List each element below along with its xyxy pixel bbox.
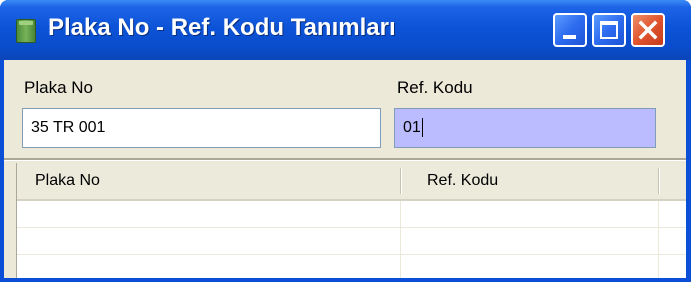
title-bar[interactable]: Plaka No - Ref. Kodu Tanımları [0,0,691,60]
table-cell[interactable] [17,201,401,228]
table-cell[interactable] [401,228,659,255]
ref-kodu-label: Ref. Kodu [397,78,473,97]
grid-header: Plaka No Ref. Kodu [17,163,686,201]
ref-kodu-input[interactable]: 01 [394,108,656,148]
table-row[interactable] [17,201,686,228]
maximize-button[interactable] [592,13,626,47]
data-grid[interactable]: Plaka No Ref. Kodu [16,163,686,282]
plaka-no-input[interactable]: 35 TR 001 [22,108,381,148]
table-row[interactable] [17,228,686,255]
plaka-no-value: 35 TR 001 [31,119,106,136]
ref-kodu-value: 01 [403,119,421,136]
window-bottom-border[interactable] [0,278,691,282]
main-window: Plaka No - Ref. Kodu Tanımları Plaka No … [0,0,691,282]
app-icon[interactable] [16,19,36,43]
text-caret [421,118,423,138]
column-header-plaka-no[interactable]: Plaka No [17,163,401,199]
maximize-icon [600,21,618,39]
table-cell [659,201,686,228]
table-cell[interactable] [17,228,401,255]
close-button[interactable] [631,13,665,47]
table-cell [659,228,686,255]
section-divider [4,158,686,161]
column-header-filler [659,163,686,199]
minimize-icon [563,35,576,39]
plaka-no-label: Plaka No [24,78,93,97]
close-icon [638,20,658,40]
window-title: Plaka No - Ref. Kodu Tanımları [48,14,396,41]
window-client-area: Plaka No Ref. Kodu 35 TR 001 01 Plaka No… [4,60,686,282]
column-header-ref-kodu[interactable]: Ref. Kodu [401,163,659,199]
minimize-button[interactable] [553,13,587,47]
table-cell[interactable] [401,201,659,228]
